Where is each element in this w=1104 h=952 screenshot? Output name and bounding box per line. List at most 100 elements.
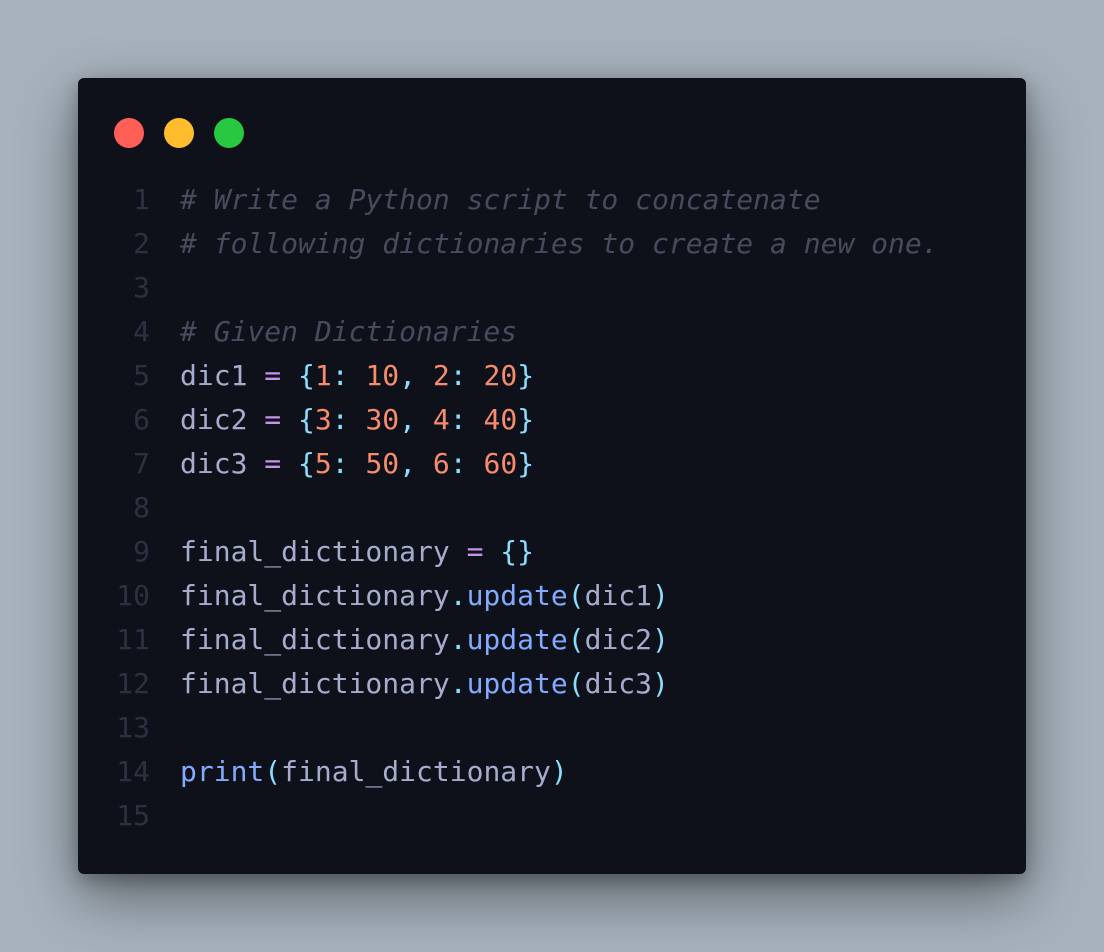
line-number: 1 xyxy=(133,183,150,216)
code-token: update xyxy=(466,667,568,700)
code-token: 1 xyxy=(314,359,332,392)
code-token: 50 xyxy=(365,447,400,480)
code-token: dic2 xyxy=(584,623,653,656)
code-text: # Given Dictionaries xyxy=(150,310,517,354)
code-token: 3 xyxy=(314,403,332,436)
code-token: 6 xyxy=(432,447,450,480)
code-text: final_dictionary.update(dic2) xyxy=(150,618,669,662)
code-line: 14 print(final_dictionary) xyxy=(78,750,1026,794)
code-line: 15 xyxy=(78,794,1026,838)
code-line: 10 final_dictionary.update(dic1) xyxy=(78,574,1026,618)
code-token: ) xyxy=(652,667,669,700)
code-token: { xyxy=(298,359,315,392)
code-token: ) xyxy=(652,579,669,612)
code-token: ) xyxy=(652,623,669,656)
maximize-dot-icon[interactable] xyxy=(214,118,244,148)
code-token: 5 xyxy=(314,447,332,480)
code-window: 1 # Write a Python script to concatenate 2… xyxy=(78,78,1026,874)
code-line: 3 xyxy=(78,266,1026,310)
code-line: 11 final_dictionary.update(dic2) xyxy=(78,618,1026,662)
close-dot-icon[interactable] xyxy=(114,118,144,148)
code-token: , xyxy=(399,447,433,480)
code-token: update xyxy=(466,579,568,612)
code-token: final_dictionary xyxy=(281,755,551,788)
code-line: 12 final_dictionary.update(dic3) xyxy=(78,662,1026,706)
code-line: 8 xyxy=(78,486,1026,530)
code-line: 4 # Given Dictionaries xyxy=(78,310,1026,354)
window-controls xyxy=(114,118,244,148)
code-token: . xyxy=(449,579,467,612)
code-text: dic1 = {1: 10, 2: 20} xyxy=(150,354,534,398)
code-token: dic3 xyxy=(584,667,653,700)
code-token: . xyxy=(449,623,467,656)
code-token: dic1 xyxy=(180,359,265,392)
code-token: . xyxy=(449,667,467,700)
code-line: 6 dic2 = {3: 30, 4: 40} xyxy=(78,398,1026,442)
code-token: , xyxy=(399,359,433,392)
code-token: # following dictionaries to create a new… xyxy=(180,227,939,260)
code-token: } xyxy=(517,447,535,480)
code-token: final_dictionary xyxy=(180,623,450,656)
code-text: print(final_dictionary) xyxy=(150,750,568,794)
code-token: = xyxy=(264,447,282,480)
code-token: , xyxy=(399,403,433,436)
code-line: 5 dic1 = {1: 10, 2: 20} xyxy=(78,354,1026,398)
code-token: } xyxy=(517,403,535,436)
code-text: # Write a Python script to concatenate xyxy=(150,178,821,222)
code-token: = xyxy=(264,403,282,436)
code-token: final_dictionary xyxy=(180,579,450,612)
code-token: : xyxy=(331,447,366,480)
code-token: : xyxy=(449,447,484,480)
code-token: 60 xyxy=(483,447,518,480)
code-token: print xyxy=(180,755,265,788)
code-token: : xyxy=(331,359,366,392)
code-text: final_dictionary = {} xyxy=(150,530,534,574)
code-line: 9 final_dictionary = {} xyxy=(78,530,1026,574)
code-token: : xyxy=(331,403,366,436)
code-token: ( xyxy=(567,667,585,700)
line-number: 4 xyxy=(133,315,150,348)
code-token: dic2 xyxy=(180,403,265,436)
code-token: 4 xyxy=(432,403,450,436)
line-number: 5 xyxy=(133,359,150,392)
code-text: # following dictionaries to create a new… xyxy=(150,222,939,266)
code-token: ( xyxy=(567,579,585,612)
code-token: 20 xyxy=(483,359,518,392)
line-number: 9 xyxy=(133,535,150,568)
code-token: 10 xyxy=(365,359,400,392)
line-number: 13 xyxy=(116,711,150,744)
code-text: final_dictionary.update(dic1) xyxy=(150,574,669,618)
line-number: 15 xyxy=(116,799,150,832)
code-line: 1 # Write a Python script to concatenate xyxy=(78,178,1026,222)
code-token: final_dictionary xyxy=(180,535,467,568)
line-number: 11 xyxy=(116,623,150,656)
code-line: 13 xyxy=(78,706,1026,750)
code-token: ( xyxy=(567,623,585,656)
code-block: 1 # Write a Python script to concatenate 2… xyxy=(78,178,1026,838)
code-token: 40 xyxy=(483,403,518,436)
code-token: 30 xyxy=(365,403,400,436)
code-text: final_dictionary.update(dic3) xyxy=(150,662,669,706)
code-token: dic1 xyxy=(584,579,653,612)
code-token: { xyxy=(298,403,315,436)
line-number: 10 xyxy=(116,579,150,612)
code-token: = xyxy=(466,535,484,568)
code-token: 2 xyxy=(432,359,450,392)
code-token: dic3 xyxy=(180,447,265,480)
line-number: 14 xyxy=(116,755,150,788)
code-token: final_dictionary xyxy=(180,667,450,700)
code-token: ( xyxy=(264,755,282,788)
line-number: 3 xyxy=(133,271,150,304)
code-token: update xyxy=(466,623,568,656)
code-text: dic3 = {5: 50, 6: 60} xyxy=(150,442,534,486)
code-text: dic2 = {3: 30, 4: 40} xyxy=(150,398,534,442)
line-number: 2 xyxy=(133,227,150,260)
code-line: 7 dic3 = {5: 50, 6: 60} xyxy=(78,442,1026,486)
line-number: 12 xyxy=(116,667,150,700)
code-token: # Write a Python script to concatenate xyxy=(180,183,821,216)
minimize-dot-icon[interactable] xyxy=(164,118,194,148)
